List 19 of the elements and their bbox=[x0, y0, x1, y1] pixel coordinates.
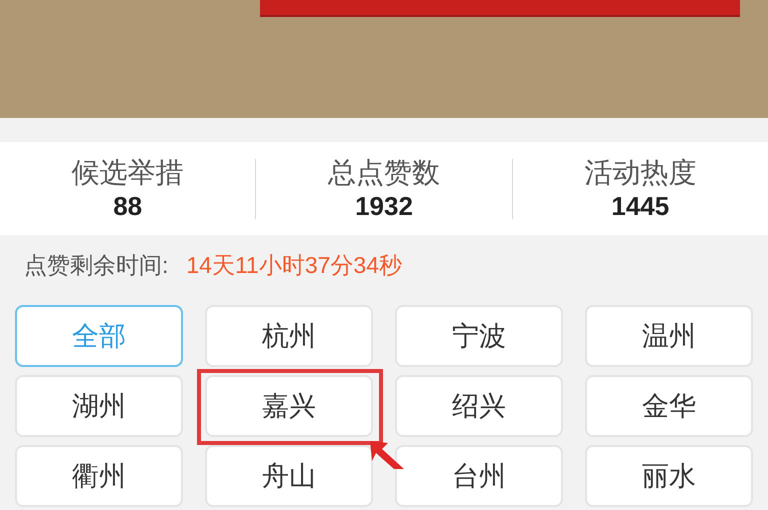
region-tab[interactable]: 丽水 bbox=[585, 445, 753, 507]
stat-value: 1445 bbox=[611, 192, 670, 218]
region-tab[interactable]: 金华 bbox=[585, 375, 753, 437]
region-tab[interactable]: 绍兴 bbox=[395, 375, 563, 437]
stat-label: 候选举措 bbox=[72, 158, 184, 186]
stat-value: 1932 bbox=[355, 192, 413, 218]
countdown-label: 点赞剩余时间: bbox=[24, 250, 168, 280]
region-tab[interactable]: 杭州 bbox=[205, 305, 373, 367]
region-tab[interactable]: 宁波 bbox=[395, 305, 563, 367]
region-tab[interactable]: 温州 bbox=[585, 305, 753, 367]
region-tab[interactable]: 台州 bbox=[395, 445, 563, 507]
region-tab[interactable]: 嘉兴 bbox=[205, 375, 373, 437]
stat-label: 总点赞数 bbox=[328, 158, 440, 186]
stat-label: 活动热度 bbox=[584, 158, 696, 186]
stat-value: 88 bbox=[113, 192, 142, 218]
region-tab[interactable]: 衢州 bbox=[15, 445, 183, 507]
region-tab[interactable]: 舟山 bbox=[205, 445, 373, 507]
countdown-value: 14天11小时37分34秒 bbox=[186, 250, 402, 280]
region-tab[interactable]: 湖州 bbox=[15, 375, 183, 437]
